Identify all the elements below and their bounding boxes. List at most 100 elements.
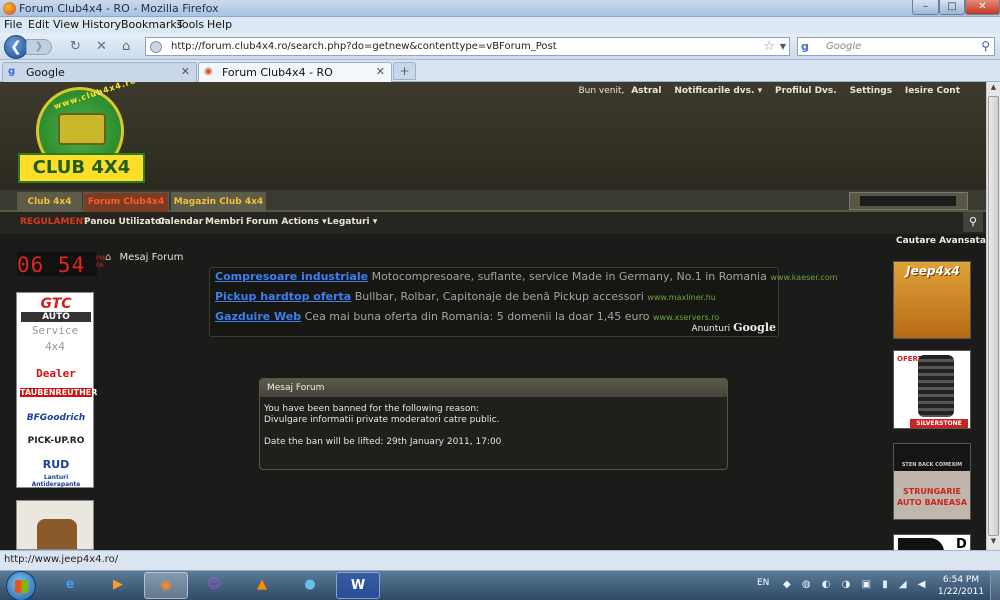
media-player-icon[interactable]: ▶ <box>96 572 140 599</box>
silverstone-banner[interactable]: OFERTA SILVERSTONE <box>893 350 971 429</box>
tray-icons[interactable]: ◆ ◍ ◐ ◑ ▣ ▮ ◢ ◀ <box>783 579 929 590</box>
home-icon[interactable]: ⌂ <box>105 252 111 263</box>
ad-url[interactable]: www.kaeser.com <box>770 273 837 282</box>
ad-item[interactable]: Pickup hardtop oferta Bullbar, Rolbar, C… <box>215 290 716 303</box>
scroll-down-icon[interactable]: ▼ <box>987 537 1000 549</box>
tab-label: Google <box>26 66 65 79</box>
message-body: You have been banned for the following r… <box>260 397 727 466</box>
banner-shape <box>898 538 944 550</box>
rud-tagline: Lanturi Antiderapante <box>31 474 81 488</box>
start-button[interactable] <box>6 571 36 600</box>
advanced-search-link[interactable]: Cautare Avansata <box>896 236 986 246</box>
show-desktop-button[interactable] <box>990 571 1000 600</box>
page-scrollbar[interactable]: ▲ ▼ <box>986 82 1000 550</box>
search-placeholder[interactable]: Google <box>826 41 861 52</box>
yahoo-messenger-icon[interactable]: ☺ <box>192 572 236 599</box>
ban-lift-date: Date the ban will be lifted: 29th Januar… <box>264 437 502 447</box>
taubenreuther-logo: TAUBENREUTHER <box>20 388 98 397</box>
forum-favicon-icon: ◉ <box>204 66 213 77</box>
ad-title[interactable]: Gazduire Web <box>215 310 301 323</box>
menu-edit[interactable]: Edit <box>28 18 49 31</box>
banner-letter: D <box>956 537 967 550</box>
vlc-icon[interactable]: ▲ <box>240 572 284 599</box>
forum-actions-menu[interactable]: Forum Actions ▾ <box>246 217 327 227</box>
back-button[interactable]: ❮ <box>4 35 28 59</box>
jeep4x4-banner[interactable]: Jeep4x4 <box>893 261 971 339</box>
stop-icon[interactable]: ✕ <box>96 39 107 54</box>
window-titlebar[interactable]: Forum Club4x4 - RO - Mozilla Firefox – □… <box>0 0 1000 17</box>
close-window-button[interactable]: ✕ <box>965 0 1000 15</box>
menu-history[interactable]: History <box>82 18 121 31</box>
ads-label: Anunturi <box>691 324 731 334</box>
tool-banner[interactable] <box>16 500 94 550</box>
maximize-button[interactable]: □ <box>939 0 965 15</box>
user-panel-link[interactable]: Panou Utilizator <box>84 217 166 227</box>
home-icon[interactable]: ⌂ <box>122 39 130 54</box>
tab-forum-club4x4[interactable]: ◉ Forum Club4x4 - RO ✕ <box>198 62 392 82</box>
menu-view[interactable]: View <box>53 18 79 31</box>
word-icon[interactable]: W <box>336 572 380 599</box>
firefox-icon[interactable]: ◉ <box>144 572 188 599</box>
scrollbar-thumb[interactable] <box>988 96 999 536</box>
orb-icon[interactable]: ● <box>288 572 332 599</box>
logout-link[interactable]: Iesire Cont <box>905 86 960 96</box>
minimize-button[interactable]: – <box>912 0 939 15</box>
clock-suffix: PM 06 <box>96 255 105 269</box>
ad-url[interactable]: www.maxliner.hu <box>647 293 716 302</box>
tab-close-icon[interactable]: ✕ <box>181 65 190 78</box>
calendar-link[interactable]: Calendar <box>158 217 203 227</box>
truck-icon <box>58 113 106 145</box>
site-identity-icon[interactable] <box>150 41 162 53</box>
tab-forum[interactable]: Forum Club4x4 <box>83 192 169 212</box>
menu-help[interactable]: Help <box>207 18 232 31</box>
tab-bar: g Google ✕ ◉ Forum Club4x4 - RO ✕ <box>0 60 1000 82</box>
search-icon[interactable]: ⚲ <box>981 39 990 53</box>
tab-magazin[interactable]: Magazin Club 4x4 <box>171 192 266 212</box>
menu-file[interactable]: File <box>4 18 22 31</box>
members-link[interactable]: Membri <box>205 217 243 227</box>
club4x4-logo[interactable]: www.club4x4.ro CLUB 4X4 <box>18 82 145 183</box>
taskbar-time: 6:54 PM <box>942 575 980 585</box>
taskbar-clock[interactable]: 6:54 PM 1/22/2011 <box>937 574 985 598</box>
ad-title[interactable]: Compresoare industriale <box>215 270 368 283</box>
bookmark-star-icon[interactable]: ☆ <box>763 39 775 54</box>
notifications-menu[interactable]: Notificarile dvs. ▾ <box>674 86 762 96</box>
menu-tools[interactable]: Tools <box>177 18 204 31</box>
ad-item[interactable]: Compresoare industriale Motocompresoare,… <box>215 270 837 283</box>
tab-label: Forum Club4x4 - RO <box>222 66 333 79</box>
menu-bookmarks[interactable]: Bookmarks <box>121 18 182 31</box>
new-tab-button[interactable]: + <box>393 62 416 80</box>
language-indicator[interactable]: EN <box>757 578 769 588</box>
links-menu[interactable]: Legaturi ▾ <box>327 217 377 227</box>
ad-title[interactable]: Pickup hardtop oferta <box>215 290 351 303</box>
ban-reason-intro: You have been banned for the following r… <box>264 404 480 414</box>
url-bar[interactable]: http://forum.club4x4.ro/search.php?do=ge… <box>145 37 790 56</box>
url-history-dropdown[interactable]: ▼ <box>780 42 786 51</box>
tab-close-icon[interactable]: ✕ <box>376 65 385 78</box>
gtc-auto-banner[interactable]: GTC AUTO Service 4x4 Dealer TAUBENREUTHER… <box>16 292 98 488</box>
tool-image <box>37 519 77 549</box>
status-bar: http://www.jeep4x4.ro/ <box>0 550 1000 570</box>
ads-by-google-badge[interactable]: Anunturi Google <box>691 321 776 334</box>
forum-search-input[interactable] <box>860 196 956 206</box>
reload-icon[interactable]: ↻ <box>70 39 81 54</box>
forum-search-field[interactable] <box>849 192 968 210</box>
tab-club4x4[interactable]: Club 4x4 <box>17 192 82 212</box>
username-link[interactable]: Astral <box>631 86 661 96</box>
strungarie-banner[interactable]: STEN BACK COMEXIM STRUNGARIE AUTO BANEAS… <box>893 443 971 520</box>
scroll-up-icon[interactable]: ▲ <box>987 83 1000 95</box>
partial-banner[interactable]: D <box>893 534 971 550</box>
ad-item[interactable]: Gazduire Web Cea mai buna oferta din Rom… <box>215 310 719 323</box>
search-box[interactable]: g Google ⚲ <box>797 37 995 56</box>
tab-google[interactable]: g Google ✕ <box>2 62 197 82</box>
url-text[interactable]: http://forum.club4x4.ro/search.php?do=ge… <box>171 41 557 52</box>
forward-button[interactable]: ❯ <box>26 39 52 55</box>
ie-icon[interactable]: e <box>48 572 92 599</box>
google-search-engine-icon[interactable]: g <box>801 40 815 54</box>
settings-link[interactable]: Settings <box>850 86 892 96</box>
strungarie-label: STRUNGARIE AUTO BANEASA <box>896 487 968 507</box>
clock-digits: 06 54 <box>17 253 86 277</box>
search-icon[interactable]: ⚲ <box>963 212 983 232</box>
regulament-link[interactable]: REGULAMENT <box>20 217 89 227</box>
profile-link[interactable]: Profilul Dvs. <box>775 86 837 96</box>
